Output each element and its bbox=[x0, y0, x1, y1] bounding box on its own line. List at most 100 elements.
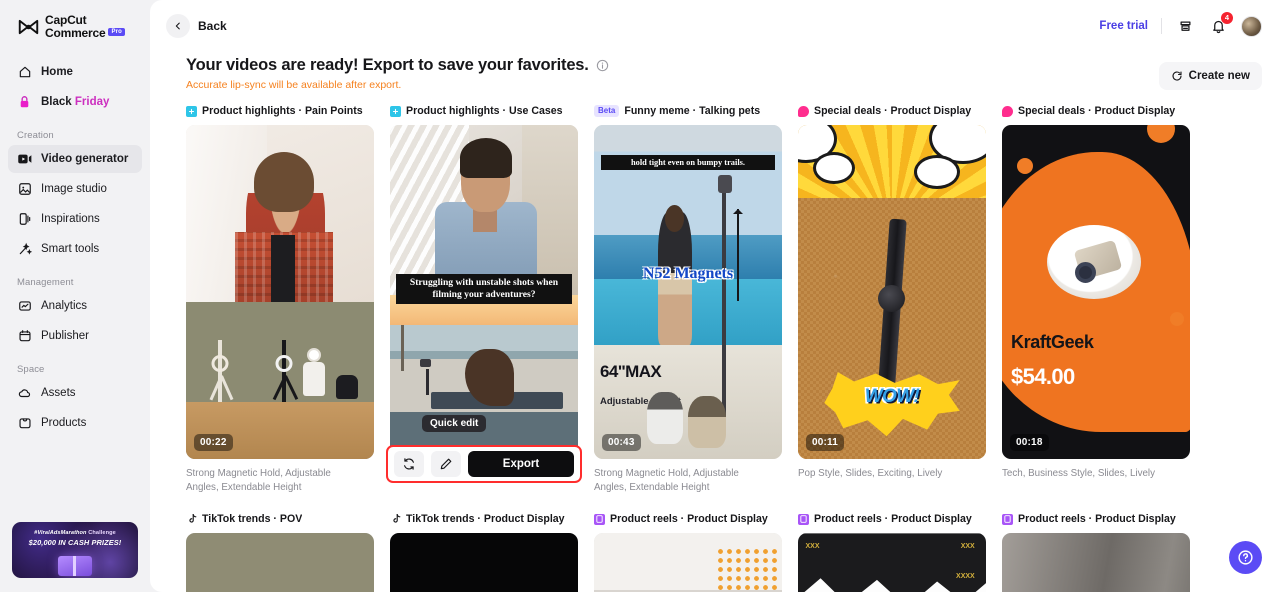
sidebar-nav: Home Black Friday Creation Video generat… bbox=[8, 58, 142, 439]
sidebar-section-management: Management bbox=[17, 276, 74, 288]
thumbnail-overlay-text: WOW! bbox=[864, 385, 920, 407]
sidebar-item-label-image-studio: Image studio bbox=[41, 182, 107, 195]
card-title: Product reels · Product Display bbox=[610, 513, 768, 526]
card-header: Product reels · Product Display bbox=[798, 511, 986, 527]
brand-line-2: Commerce bbox=[45, 25, 106, 40]
reels-icon bbox=[1002, 513, 1013, 525]
card-title: TikTok trends · POV bbox=[202, 513, 303, 526]
sidebar-item-video-generator[interactable]: Video generator bbox=[8, 144, 142, 173]
info-icon[interactable] bbox=[596, 59, 609, 72]
tiktok-icon bbox=[390, 513, 401, 525]
sidebar-item-label-smart-tools: Smart tools bbox=[41, 242, 100, 255]
create-new-button[interactable]: Create new bbox=[1158, 62, 1262, 90]
pin-icon bbox=[1002, 105, 1013, 117]
sidebar-item-label-assets: Assets bbox=[41, 386, 76, 399]
card-header: Product reels · Product Display bbox=[1002, 511, 1190, 527]
video-thumbnail[interactable]: KraftGeek bbox=[594, 533, 782, 592]
card-title: Funny meme · Talking pets bbox=[624, 105, 761, 117]
video-card: Product reels · Product Display bbox=[1002, 511, 1190, 592]
pin-icon bbox=[798, 105, 809, 117]
sidebar-item-label-inspirations: Inspirations bbox=[41, 212, 100, 225]
avatar[interactable] bbox=[1241, 15, 1262, 37]
topbar-actions: Free trial 4 bbox=[1099, 12, 1262, 37]
video-card: TikTok trends · Product Display KraftGee… bbox=[390, 511, 578, 592]
brand-line-1: CapCut bbox=[45, 13, 87, 27]
question-mark-icon bbox=[1238, 550, 1253, 565]
sidebar-item-publisher[interactable]: Publisher bbox=[8, 322, 142, 350]
video-thumbnail[interactable]: WOW! 00:11 bbox=[798, 125, 986, 459]
video-icon bbox=[17, 151, 32, 166]
sidebar-item-label-video-generator: Video generator bbox=[41, 152, 129, 165]
card-title: Product reels · Product Display bbox=[1018, 513, 1176, 526]
phone-icon bbox=[17, 211, 32, 226]
sidebar-item-inspirations[interactable]: Inspirations bbox=[8, 205, 142, 233]
help-button[interactable] bbox=[1229, 541, 1262, 574]
duration-badge: 00:11 bbox=[806, 434, 845, 451]
page-subtitle: Accurate lip-sync will be available afte… bbox=[186, 79, 402, 91]
gift-box-icon bbox=[58, 556, 92, 576]
card-header: TikTok trends · Product Display bbox=[390, 511, 578, 527]
back-button[interactable]: Back bbox=[166, 14, 227, 38]
video-card-hovered: Product highlights · Use Cases Strugglin… bbox=[386, 103, 582, 495]
card-description: Tech, Business Style, Slides, Lively bbox=[1002, 468, 1156, 479]
sidebar-item-products[interactable]: Products bbox=[8, 409, 142, 437]
back-label: Back bbox=[198, 19, 227, 33]
sidebar-item-label-black-friday: Black Friday bbox=[41, 95, 110, 108]
export-button[interactable]: Export bbox=[468, 451, 574, 477]
duration-badge: 00:43 bbox=[602, 434, 641, 451]
video-thumbnail[interactable]: KraftGeek $54.00 00:18 bbox=[1002, 125, 1190, 459]
page-title: Your videos are ready! Export to save yo… bbox=[186, 56, 1159, 75]
duration-badge: 00:18 bbox=[1010, 434, 1049, 451]
card-action-bar: Export bbox=[386, 445, 582, 483]
thumbnail-overlay-brand: KraftGeek bbox=[1011, 332, 1094, 353]
video-thumbnail[interactable]: Struggling with unstable shots when film… bbox=[390, 125, 578, 459]
sidebar-item-image-studio[interactable]: Image studio bbox=[8, 175, 142, 203]
cloud-icon bbox=[17, 385, 32, 400]
brand-logo[interactable]: CapCut Commerce Pro bbox=[8, 0, 142, 48]
card-description: Strong Magnetic Hold, Adjustable Angles,… bbox=[186, 468, 331, 494]
topbar-divider bbox=[1161, 18, 1162, 34]
free-trial-link[interactable]: Free trial bbox=[1099, 20, 1148, 32]
capcut-logo-icon bbox=[18, 19, 39, 35]
calendar-icon bbox=[17, 328, 32, 343]
pro-badge: Pro bbox=[108, 28, 126, 37]
video-thumbnail[interactable]: OKAY, REAL TALK – EVER BEEN MID-SHOOT bbox=[186, 533, 374, 592]
video-thumbnail[interactable]: 00:22 bbox=[186, 125, 374, 459]
video-card: Product reels · Product Display XXX XXX … bbox=[798, 511, 986, 592]
card-title: Product highlights · Use Cases bbox=[406, 105, 563, 117]
promo-line-1: #ViralAdsMarathon Challenge bbox=[34, 530, 116, 536]
sidebar-item-analytics[interactable]: Analytics bbox=[8, 292, 142, 320]
chevron-left-icon bbox=[166, 14, 190, 38]
promo-line-2: $20,000 IN CASH PRIZES! bbox=[28, 538, 122, 547]
magic-wand-icon bbox=[17, 241, 32, 256]
card-header: TikTok trends · POV bbox=[186, 511, 374, 527]
thumbnail-overlay-text: N52 Magnets bbox=[642, 265, 734, 283]
card-header: Special deals · Product Display bbox=[1002, 103, 1190, 119]
image-icon bbox=[17, 181, 32, 196]
notification-bell-icon[interactable]: 4 bbox=[1208, 12, 1233, 36]
app-root: CapCut Commerce Pro Home Black Friday Cr… bbox=[0, 0, 1280, 592]
sidebar-item-smart-tools[interactable]: Smart tools bbox=[8, 235, 142, 263]
sidebar-item-home[interactable]: Home bbox=[8, 58, 142, 86]
sidebar-item-assets[interactable]: Assets bbox=[8, 379, 142, 407]
video-grid: Product highlights · Pain Points 00:22 S… bbox=[186, 103, 1262, 592]
video-thumbnail[interactable]: hold tight even on bumpy trails. N52 Mag… bbox=[594, 125, 782, 459]
video-thumbnail[interactable]: XXX XXX XXXX bbox=[798, 533, 986, 592]
regenerate-button[interactable] bbox=[394, 451, 424, 477]
sidebar-item-black-friday[interactable]: Black Friday bbox=[8, 88, 142, 116]
thumbnail-overlay-max: 64"MAX bbox=[600, 362, 662, 382]
header-row: Your videos are ready! Export to save yo… bbox=[150, 52, 1280, 91]
video-thumbnail[interactable] bbox=[1002, 533, 1190, 592]
sidebar-section-creation: Creation bbox=[17, 129, 54, 141]
sidebar-section-space: Space bbox=[17, 363, 45, 375]
video-card: Product highlights · Pain Points 00:22 S… bbox=[186, 103, 374, 495]
video-thumbnail[interactable]: KraftGeek bbox=[390, 533, 578, 592]
plus-square-icon bbox=[186, 105, 197, 117]
video-grid-scroll[interactable]: Product highlights · Pain Points 00:22 S… bbox=[150, 91, 1280, 592]
promo-banner[interactable]: #ViralAdsMarathon Challenge $20,000 IN C… bbox=[12, 522, 138, 578]
workspace-icon[interactable] bbox=[1175, 16, 1195, 36]
video-card: Product reels · Product Display KraftGee… bbox=[594, 511, 782, 592]
sidebar-item-label-products: Products bbox=[41, 416, 87, 429]
card-header: Product highlights · Pain Points bbox=[186, 103, 374, 119]
quick-edit-button[interactable] bbox=[431, 451, 461, 477]
